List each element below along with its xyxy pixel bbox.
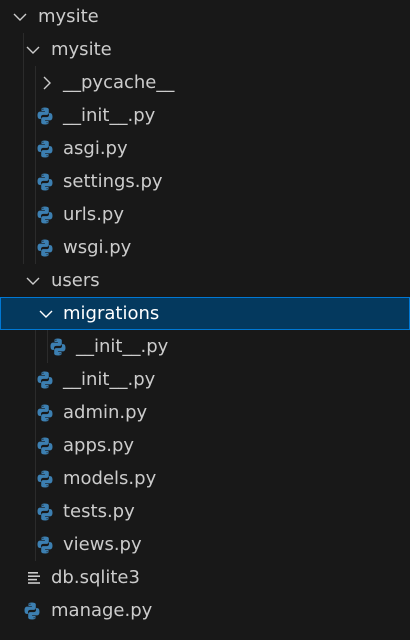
tree-item-label: models.py [63, 468, 157, 489]
chevron-right-icon[interactable] [39, 75, 55, 91]
tree-item-file[interactable]: wsgi.py [0, 231, 410, 264]
tree-item-label: views.py [63, 534, 142, 555]
tree-item-label: users [51, 270, 100, 291]
tree-item-label: __pycache__ [63, 72, 175, 93]
tree-item-label: __init__.py [63, 105, 156, 126]
python-icon [35, 403, 55, 423]
tree-item-file[interactable]: models.py [0, 462, 410, 495]
python-icon [48, 337, 68, 357]
python-icon [35, 238, 55, 258]
tree-item-file[interactable]: db.sqlite3 [0, 561, 410, 594]
tree-item-file[interactable]: urls.py [0, 198, 410, 231]
tree-item-file[interactable]: settings.py [0, 165, 410, 198]
tree-item-file[interactable]: manage.py [0, 594, 410, 627]
tree-item-file[interactable]: views.py [0, 528, 410, 561]
database-file-icon [24, 568, 44, 588]
tree-item-label: mysite [51, 39, 112, 60]
tree-item-label: urls.py [63, 204, 124, 225]
python-icon [35, 370, 55, 390]
tree-item-file[interactable]: __init__.py [0, 99, 410, 132]
chevron-down-icon[interactable] [25, 42, 41, 58]
tree-item-label: manage.py [51, 600, 153, 621]
tree-item-users-folder[interactable]: users [0, 264, 410, 297]
python-icon [35, 502, 55, 522]
python-icon [22, 601, 42, 621]
python-icon [35, 436, 55, 456]
tree-item-label: tests.py [63, 501, 135, 522]
python-icon [35, 535, 55, 555]
tree-item-mysite-package[interactable]: mysite [0, 33, 410, 66]
python-icon [35, 205, 55, 225]
python-icon [35, 106, 55, 126]
tree-item-label: mysite [38, 6, 99, 27]
tree-item-label: db.sqlite3 [51, 567, 140, 588]
tree-item-label: settings.py [63, 171, 163, 192]
tree-item-file[interactable]: admin.py [0, 396, 410, 429]
tree-item-label: admin.py [63, 402, 148, 423]
tree-item-label: apps.py [63, 435, 135, 456]
tree-item-label: __init__.py [76, 336, 169, 357]
file-explorer-tree: mysite mysite __pycache__ __init__.py as… [0, 0, 410, 640]
python-icon [35, 469, 55, 489]
chevron-down-icon[interactable] [38, 306, 54, 322]
python-icon [35, 172, 55, 192]
tree-item-file[interactable]: __init__.py [0, 363, 410, 396]
tree-item-mysite-root[interactable]: mysite [0, 0, 410, 33]
tree-item-label: wsgi.py [63, 237, 132, 258]
tree-item-migrations-folder[interactable]: migrations [0, 297, 410, 330]
python-icon [35, 139, 55, 159]
tree-item-file[interactable]: __init__.py [0, 330, 410, 363]
tree-item-label: migrations [63, 303, 160, 324]
tree-item-label: asgi.py [63, 138, 128, 159]
tree-item-file[interactable]: apps.py [0, 429, 410, 462]
chevron-down-icon[interactable] [25, 273, 41, 289]
tree-item-file[interactable]: asgi.py [0, 132, 410, 165]
chevron-down-icon[interactable] [12, 9, 28, 25]
tree-item-pycache[interactable]: __pycache__ [0, 66, 410, 99]
tree-item-file[interactable]: tests.py [0, 495, 410, 528]
tree-item-label: __init__.py [63, 369, 156, 390]
